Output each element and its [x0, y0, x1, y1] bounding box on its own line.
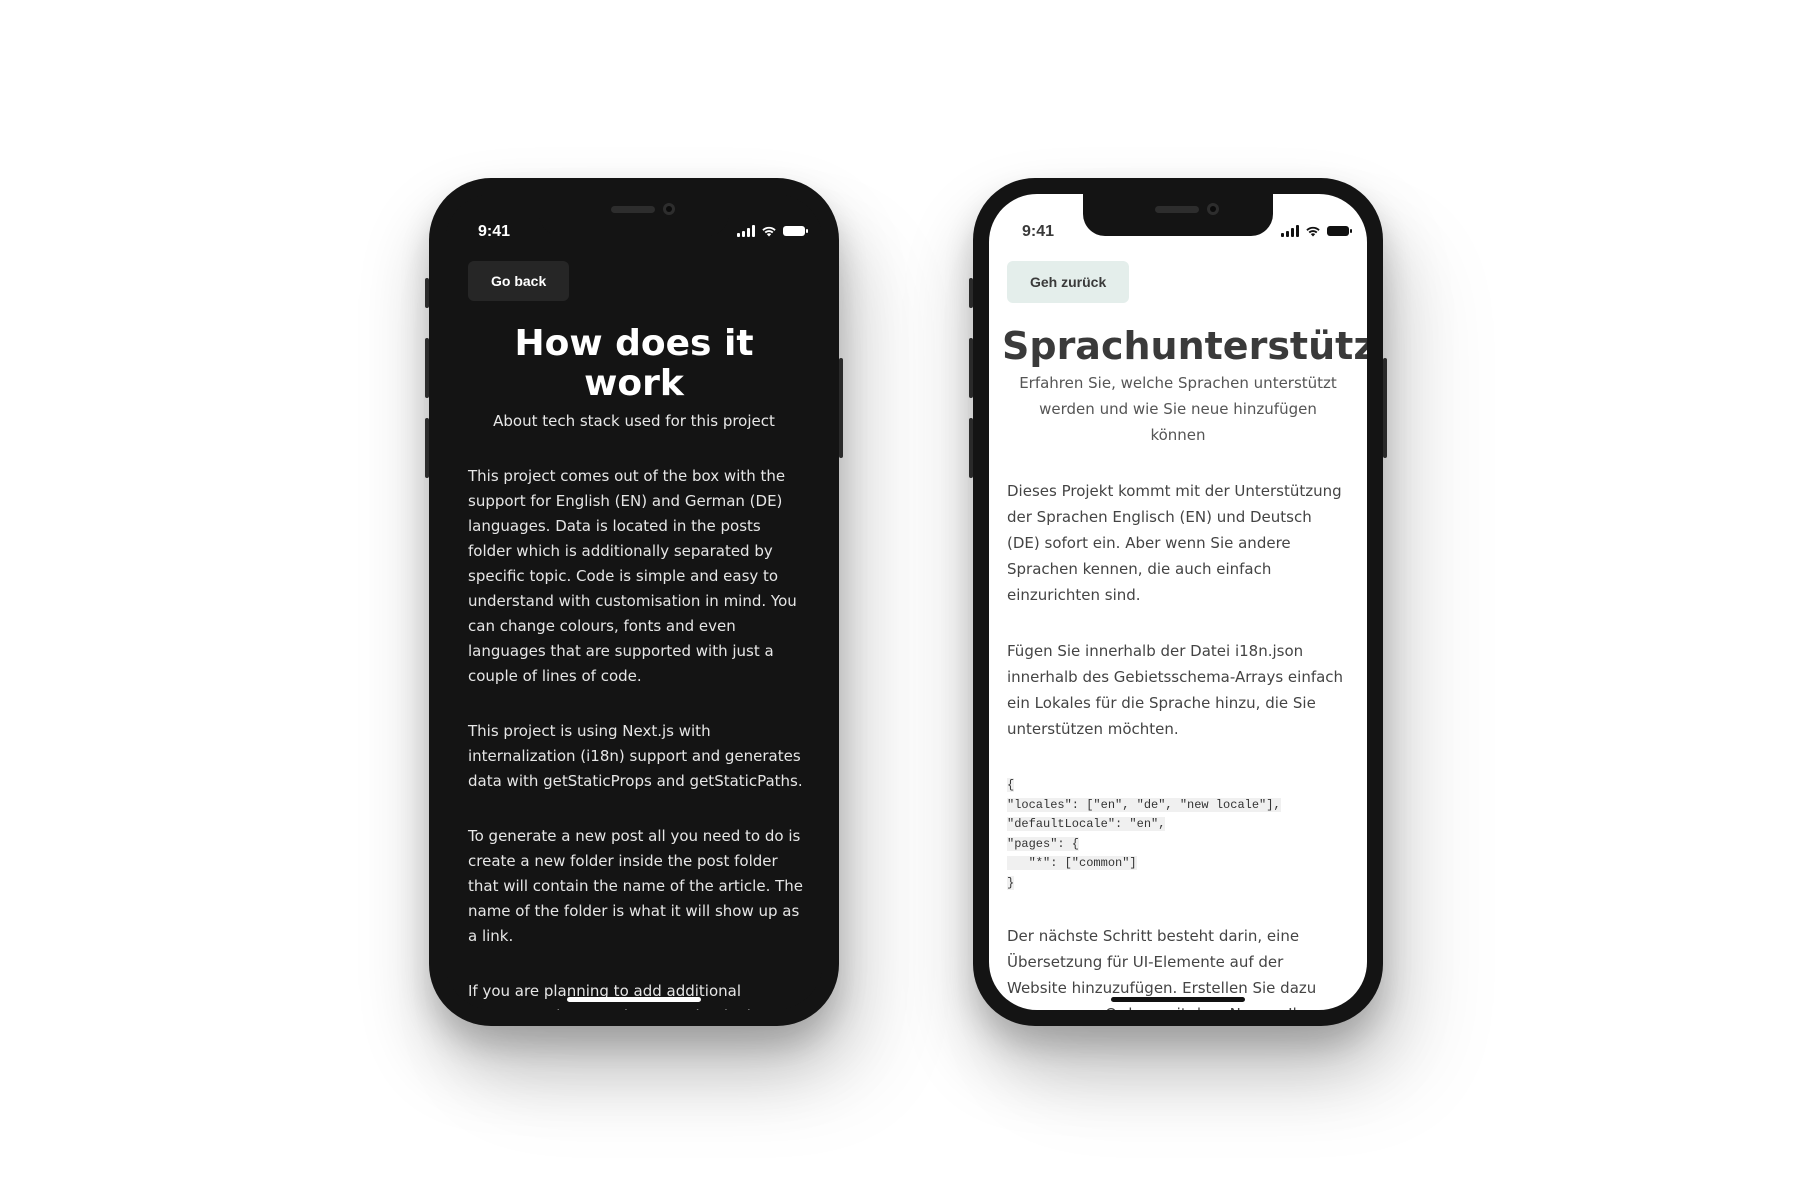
wifi-icon — [762, 226, 776, 237]
notch — [1083, 194, 1273, 236]
phone-mockup-light: 9:41 Geh zurück Sprachunterstützung Erfa… — [969, 178, 1387, 1026]
phone-screen: 9:41 Geh zurück Sprachunterstützung Erfa… — [989, 194, 1367, 1010]
phone-mockup-dark: 9:41 Go back How does it work About tech… — [425, 178, 843, 1026]
volume-up-button — [425, 338, 429, 398]
speaker-grille — [611, 206, 655, 213]
battery-icon — [1327, 226, 1352, 236]
go-back-button[interactable]: Geh zurück — [1007, 261, 1130, 303]
page-content: Go back How does it work About tech stac… — [468, 261, 803, 1010]
status-icons — [737, 225, 808, 237]
code-line: } — [1007, 875, 1015, 890]
cellular-signal-icon — [1281, 225, 1299, 237]
code-line: { — [1007, 778, 1015, 792]
power-button — [839, 358, 843, 458]
article-paragraph: This project comes out of the box with t… — [468, 467, 797, 685]
page-title: Sprachunterstützung — [1002, 324, 1367, 368]
code-line: "defaultLocale": "en", — [1007, 817, 1166, 831]
article-paragraph: If you are planning to add additional la… — [468, 982, 774, 1010]
code-line: "*": ["common"] — [1007, 856, 1137, 870]
wifi-icon — [1306, 226, 1320, 237]
volume-down-button — [969, 418, 973, 478]
page-subtitle: Erfahren Sie, welche Sprachen unterstütz… — [1019, 374, 1337, 444]
go-back-button[interactable]: Go back — [468, 261, 570, 301]
volume-down-button — [425, 418, 429, 478]
code-block: { "locales": ["en", "de", "new locale"],… — [1007, 776, 1344, 893]
mute-switch — [425, 278, 429, 308]
power-button — [1383, 358, 1387, 458]
phone-screen: 9:41 Go back How does it work About tech… — [445, 194, 823, 1010]
status-icons — [1281, 225, 1352, 237]
page-subtitle: About tech stack used for this project — [493, 412, 775, 430]
speaker-grille — [1155, 206, 1199, 213]
cellular-signal-icon — [737, 225, 755, 237]
page-title: How does it work — [514, 323, 754, 404]
front-camera-icon — [1207, 203, 1219, 215]
volume-up-button — [969, 338, 973, 398]
code-line: "pages": { — [1007, 836, 1080, 851]
front-camera-icon — [663, 203, 675, 215]
battery-icon — [783, 226, 808, 236]
article-paragraph: Fügen Sie innerhalb der Datei i18n.json … — [1007, 642, 1344, 738]
notch — [539, 194, 729, 236]
status-time: 9:41 — [478, 223, 511, 240]
article-paragraph: This project is using Next.js with inter… — [468, 722, 803, 790]
mute-switch — [969, 278, 973, 308]
status-time: 9:41 — [1022, 223, 1055, 240]
article-paragraph: Dieses Projekt kommt mit der Unterstützu… — [1007, 482, 1342, 604]
home-indicator[interactable] — [1111, 997, 1245, 1002]
page-content: Geh zurück Sprachunterstützung Erfahren … — [1002, 261, 1367, 1010]
article-paragraph: To generate a new post all you need to d… — [468, 827, 804, 945]
code-line: "locales": ["en", "de", "new locale"], — [1007, 797, 1281, 812]
home-indicator[interactable] — [567, 997, 701, 1002]
